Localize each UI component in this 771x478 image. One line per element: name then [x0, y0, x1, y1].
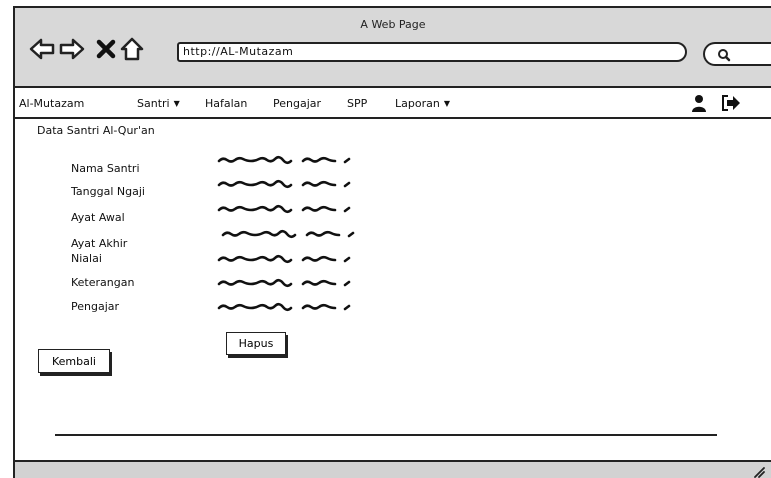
address-bar-text: http://AL-Mutazam	[183, 45, 294, 58]
page-title: Data Santri Al-Qur'an	[37, 124, 155, 137]
resize-grip-icon[interactable]	[753, 466, 765, 478]
logout-icon[interactable]	[721, 94, 741, 115]
nav-item-label: Santri	[137, 97, 170, 110]
browser-toolbar: A Web Page http://AL-Mutazam	[15, 8, 771, 88]
field-label-tanggal-ngaji: Tanggal Ngaji	[71, 185, 145, 198]
field-label-ayat-akhir: Ayat Akhir	[71, 237, 128, 250]
address-bar[interactable]: http://AL-Mutazam	[177, 42, 687, 62]
field-label-pengajar: Pengajar	[71, 300, 120, 313]
value-placeholder-scribble	[217, 179, 351, 189]
search-box[interactable]	[703, 42, 771, 66]
value-placeholder-scribble	[221, 229, 355, 239]
user-icon[interactable]	[691, 94, 707, 115]
field-label-ayat-awal: Ayat Awal	[71, 211, 125, 224]
search-icon	[718, 49, 731, 62]
nav-item-santri[interactable]: Santri ▼	[137, 97, 180, 110]
window-title: A Web Page	[360, 18, 426, 31]
value-placeholder-scribble	[217, 278, 351, 288]
nav-item-hafalan[interactable]: Hafalan	[205, 97, 247, 110]
value-placeholder-scribble	[217, 155, 351, 165]
home-icon[interactable]	[119, 36, 145, 62]
status-bar	[15, 460, 771, 478]
field-label-nama-santri: Nama Santri	[71, 162, 140, 175]
browser-window: A Web Page http://AL-Mutazam Al-Mutazam …	[13, 6, 771, 478]
nav-item-pengajar[interactable]: Pengajar	[273, 97, 321, 110]
hapus-button[interactable]: Hapus	[226, 332, 286, 355]
nav-item-spp[interactable]: SPP	[347, 97, 367, 110]
brand-link[interactable]: Al-Mutazam	[19, 97, 84, 110]
divider	[55, 434, 717, 436]
value-placeholder-scribble	[217, 204, 351, 214]
chevron-down-icon: ▼	[173, 99, 180, 108]
chevron-down-icon: ▼	[443, 99, 450, 108]
kembali-button[interactable]: Kembali	[38, 349, 110, 373]
nav-item-laporan[interactable]: Laporan ▼	[395, 97, 450, 110]
forward-arrow-icon[interactable]	[59, 36, 85, 62]
field-label-keterangan: Keterangan	[71, 276, 135, 289]
back-arrow-icon[interactable]	[29, 36, 55, 62]
value-placeholder-scribble	[217, 254, 351, 264]
value-placeholder-scribble	[217, 302, 351, 312]
nav-item-label: Laporan	[395, 97, 440, 110]
main-navbar: Al-Mutazam Santri ▼ Hafalan Pengajar SPP …	[15, 88, 771, 119]
field-label-nilai: Nialai	[71, 252, 102, 265]
close-icon[interactable]	[93, 36, 119, 62]
